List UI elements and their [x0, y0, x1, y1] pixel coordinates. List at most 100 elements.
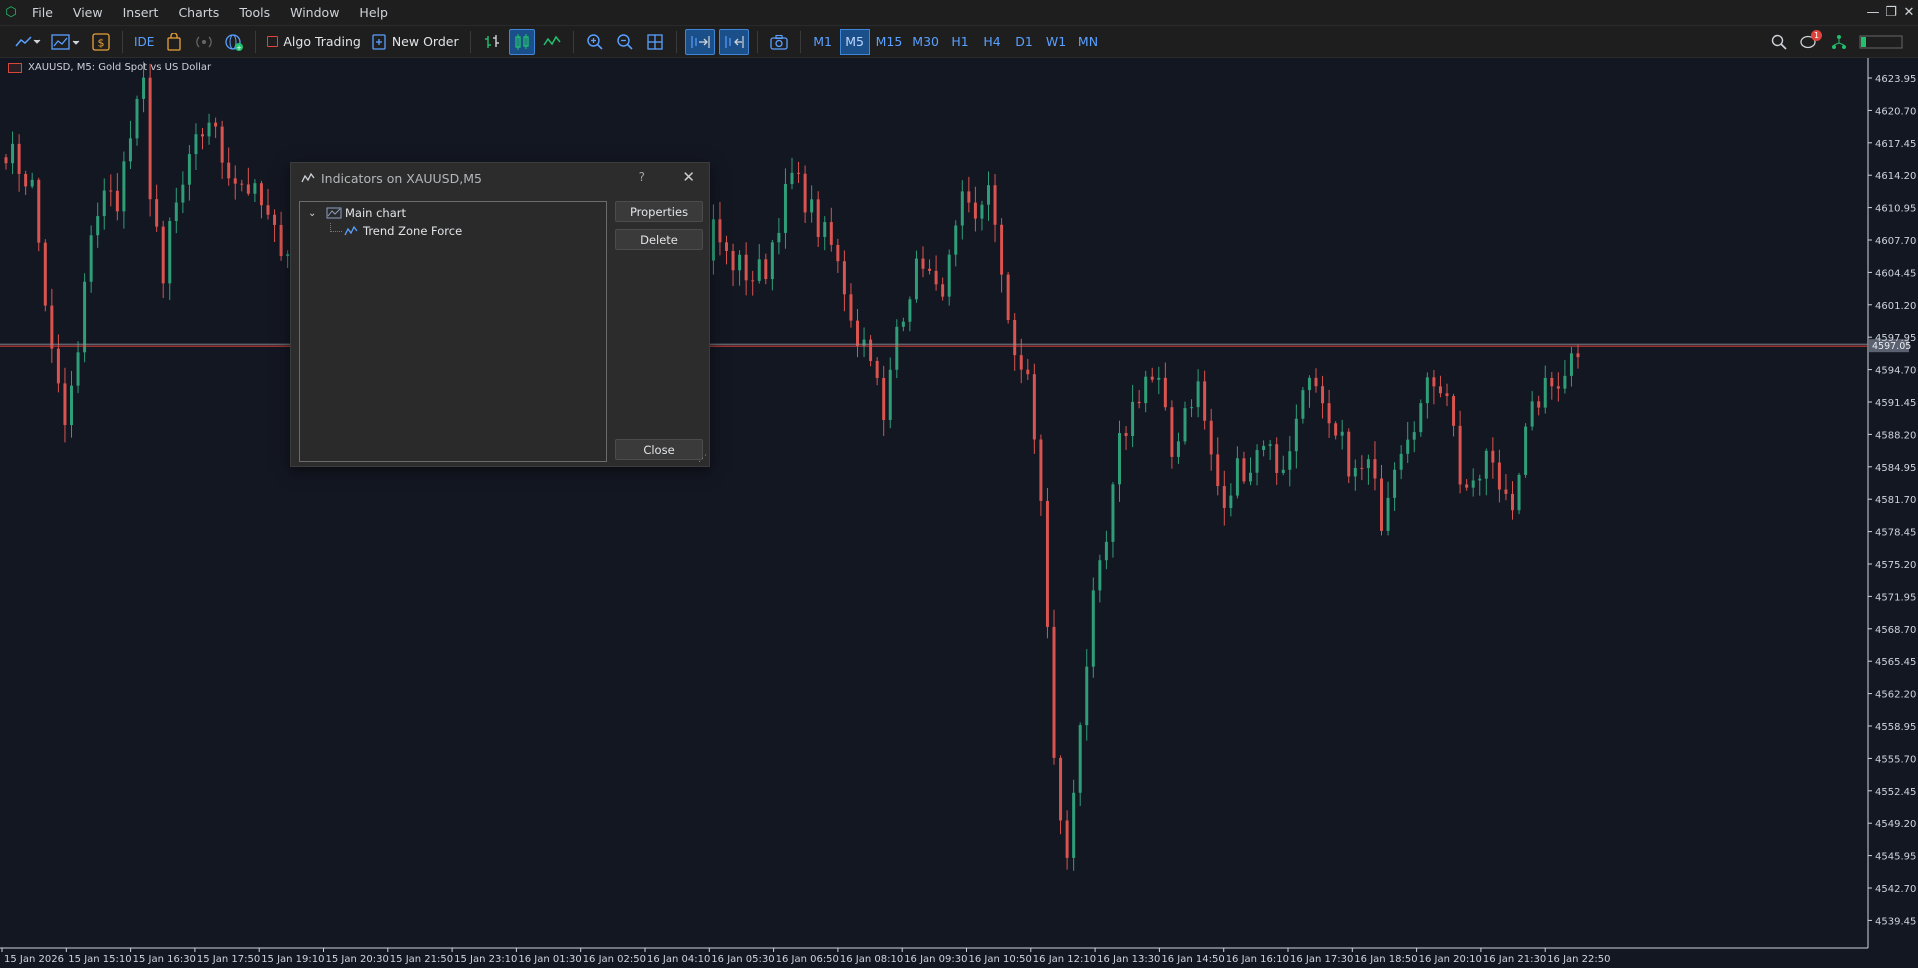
menu-file[interactable]: File [22, 0, 63, 26]
candle-body [987, 185, 990, 205]
candle-body [1203, 381, 1207, 421]
tile-windows-button[interactable] [642, 29, 668, 55]
market-button[interactable]: $ [88, 29, 114, 55]
candle-body [810, 199, 814, 213]
screenshot-button[interactable] [766, 29, 792, 55]
menu-insert[interactable]: Insert [113, 0, 169, 26]
candle-body [148, 77, 152, 200]
price-tick-label: 4620.70 [1875, 106, 1916, 117]
delete-button[interactable]: Delete [615, 229, 703, 250]
zoom-out-button[interactable] [612, 29, 638, 55]
web-terminal-button[interactable]: + [221, 29, 247, 55]
window-controls: — ❐ ✕ [1864, 0, 1918, 26]
stop-square-icon [267, 36, 279, 47]
line-chart-icon [15, 35, 41, 46]
menu-tools[interactable]: Tools [229, 0, 280, 26]
algo-trading-button[interactable]: Algo Trading [264, 29, 363, 55]
candle-body [914, 258, 918, 300]
timeframe-h4[interactable]: H4 [977, 29, 1007, 55]
main-chart-icon [326, 207, 342, 219]
tree-node-main-chart[interactable]: ⌄ Main chart [308, 204, 406, 222]
timeframe-h1[interactable]: H1 [945, 29, 975, 55]
menu-help[interactable]: Help [349, 0, 398, 26]
price-chart[interactable]: 4597.05 4623.95 4620.70 4617.45 4614.20 4610… [0, 58, 1918, 968]
timeframe-m15[interactable]: M15 [872, 29, 907, 55]
ide-button[interactable]: IDE [131, 29, 157, 55]
bag-icon [167, 32, 182, 51]
bar-chart-button[interactable] [479, 29, 505, 55]
candle-body [1176, 441, 1180, 457]
templates-button[interactable] [48, 29, 84, 55]
notifications-button[interactable]: 1 [1796, 29, 1822, 55]
candle-body [921, 258, 925, 269]
candle-body [1294, 418, 1298, 452]
tree-node-trend-zone-force[interactable]: Trend Zone Force [330, 222, 462, 240]
dialog-title-bar[interactable]: Indicators on XAUUSD,M5 ? ✕ [291, 163, 709, 193]
candle-body [1091, 590, 1095, 667]
time-tick-label: 16 Jan 10:50 [969, 954, 1032, 965]
candle-body [1019, 355, 1023, 370]
price-tick-label: 4607.70 [1875, 236, 1916, 247]
new-order-button[interactable]: New Order [368, 29, 462, 55]
timeframe-d1[interactable]: D1 [1009, 29, 1039, 55]
time-tick-label: 16 Jan 18:50 [1354, 954, 1417, 965]
search-button[interactable] [1766, 29, 1792, 55]
candle-body [1144, 376, 1148, 404]
signals-button[interactable] [161, 29, 187, 55]
candle-body [194, 134, 198, 155]
menu-view[interactable]: View [63, 0, 113, 26]
candle-body [1111, 484, 1115, 542]
auto-scroll-button[interactable] [684, 28, 715, 55]
toolbar-separator [756, 30, 758, 53]
chart-type-button[interactable] [12, 29, 44, 55]
vps-button[interactable] [191, 29, 217, 55]
grid-icon [646, 33, 663, 50]
time-tick-label: 16 Jan 08:10 [840, 954, 903, 965]
menu-charts[interactable]: Charts [168, 0, 229, 26]
timeframe-m30[interactable]: M30 [908, 29, 943, 55]
candlestick-button[interactable] [508, 28, 535, 55]
menu-window[interactable]: Window [280, 0, 349, 26]
line-chart-button[interactable] [539, 29, 565, 55]
indicators-dialog: Indicators on XAUUSD,M5 ? ✕ ⌄ Main chart… [290, 162, 710, 467]
restore-button[interactable]: ❐ [1882, 0, 1900, 26]
candle-body [11, 143, 15, 164]
properties-button[interactable]: Properties [615, 201, 703, 222]
candle-body [1157, 377, 1161, 380]
candle-body [201, 134, 204, 137]
time-tick-label: 16 Jan 04:10 [647, 954, 710, 965]
candle-body [1209, 420, 1213, 455]
candle-body [1563, 375, 1567, 389]
price-tick-label: 4604.45 [1875, 268, 1916, 279]
help-button[interactable]: ? [639, 170, 645, 184]
candle-body [941, 284, 945, 297]
price-tick-label: 4614.20 [1875, 171, 1916, 182]
indicators-tree[interactable]: ⌄ Main chart Trend Zone Force [299, 201, 607, 462]
candle-body [122, 161, 126, 212]
connection-status-button[interactable] [1826, 29, 1852, 55]
time-tick-label: 16 Jan 02:50 [583, 954, 646, 965]
close-button[interactable]: Close [615, 439, 703, 460]
chart-window[interactable]: 4597.05 4623.95 4620.70 4617.45 4614.20 4610… [0, 58, 1918, 968]
candle-body [1229, 495, 1233, 508]
zoom-in-button[interactable] [582, 29, 608, 55]
chevron-down-icon[interactable]: ⌄ [308, 208, 322, 219]
timeframe-w1[interactable]: W1 [1041, 29, 1071, 55]
toolbar-separator [799, 30, 801, 53]
close-window-button[interactable]: ✕ [1900, 0, 1918, 26]
timeframe-m1[interactable]: M1 [808, 29, 838, 55]
candle-body [960, 191, 964, 226]
resize-grip-icon[interactable]: ⋰ [698, 455, 707, 464]
network-icon [1832, 35, 1846, 49]
candle-body [63, 383, 67, 426]
candle-body [1347, 431, 1351, 477]
chart-shift-button[interactable] [718, 28, 749, 55]
timeframe-m5[interactable]: M5 [839, 28, 870, 55]
zoom-in-icon [586, 33, 603, 50]
candle-body [875, 360, 879, 378]
candle-body [757, 259, 761, 281]
dialog-close-icon[interactable]: ✕ [682, 168, 695, 186]
timeframe-mn[interactable]: MN [1073, 29, 1103, 55]
minimize-button[interactable]: — [1864, 0, 1882, 26]
time-tick-label: 16 Jan 20:10 [1419, 954, 1482, 965]
